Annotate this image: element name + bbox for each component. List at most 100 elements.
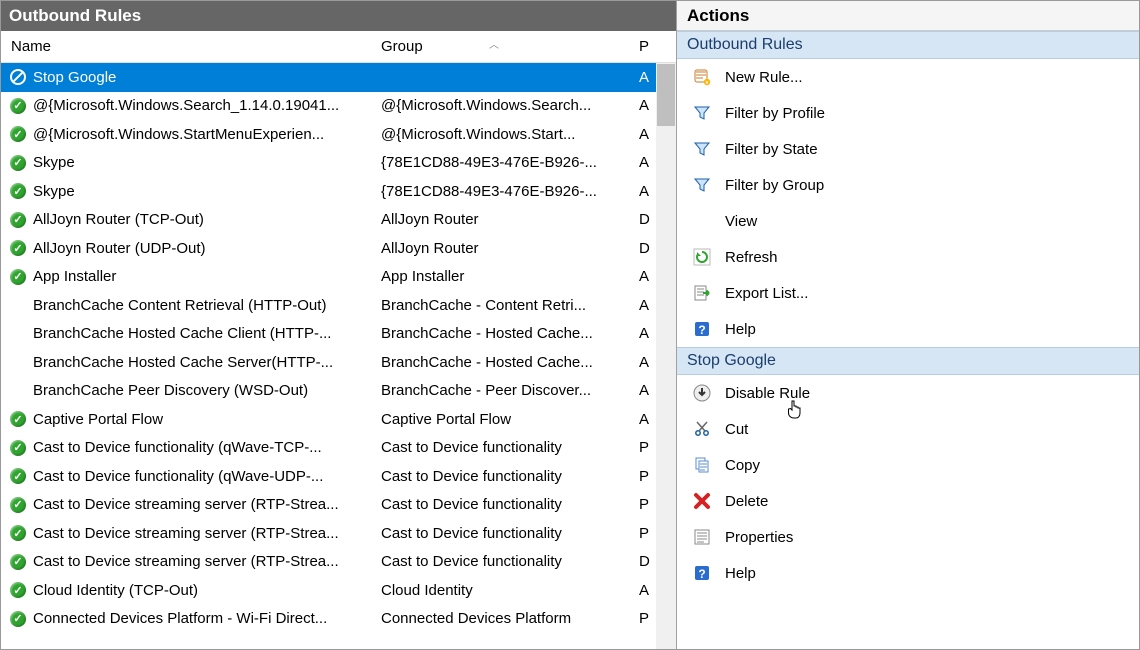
rule-group-cell: @{Microsoft.Windows.Start...	[371, 126, 629, 143]
rule-name-text: Cast to Device functionality (qWave-TCP-…	[33, 439, 322, 456]
check-icon: ✓	[10, 525, 26, 541]
section-header-stopgoogle: Stop Google	[677, 347, 1139, 375]
rule-group-cell: AllJoyn Router	[371, 240, 629, 257]
filter-icon	[691, 102, 713, 124]
rule-row[interactable]: ✓AllJoyn Router (UDP-Out)AllJoyn RouterD	[1, 234, 676, 263]
rule-icon-slot: ✓	[7, 211, 29, 229]
rule-name-cell: ✓Cast to Device streaming server (RTP-St…	[1, 524, 371, 542]
action-label: Copy	[725, 457, 760, 474]
actions-title: Actions	[687, 6, 749, 26]
rule-row[interactable]: ✓@{Microsoft.Windows.StartMenuExperien..…	[1, 120, 676, 149]
export-icon	[691, 282, 713, 304]
rule-row[interactable]: ✓Cloud Identity (TCP-Out)Cloud IdentityA	[1, 576, 676, 605]
rule-group-cell: BranchCache - Content Retri...	[371, 297, 629, 314]
new-rule-icon: ★	[691, 66, 713, 88]
rule-group-cell: Cast to Device functionality	[371, 468, 629, 485]
rule-row[interactable]: BranchCache Peer Discovery (WSD-Out)Bran…	[1, 377, 676, 406]
rule-name-text: App Installer	[33, 268, 116, 285]
rule-row[interactable]: ✓Captive Portal FlowCaptive Portal FlowA	[1, 405, 676, 434]
action-filter-by-profile[interactable]: Filter by Profile	[677, 95, 1139, 131]
rule-group-cell: Cloud Identity	[371, 582, 629, 599]
action-delete[interactable]: Delete	[677, 483, 1139, 519]
rule-group-cell: AllJoyn Router	[371, 211, 629, 228]
rule-icon-slot: ✓	[7, 439, 29, 457]
rule-row[interactable]: ✓@{Microsoft.Windows.Search_1.14.0.19041…	[1, 92, 676, 121]
rule-group-cell: Captive Portal Flow	[371, 411, 629, 428]
col-group-label: Group	[381, 38, 423, 55]
rule-row[interactable]: ✓Cast to Device streaming server (RTP-St…	[1, 519, 676, 548]
col-header-p[interactable]: P	[629, 38, 676, 55]
rule-row[interactable]: BranchCache Hosted Cache Server(HTTP-...…	[1, 348, 676, 377]
rule-name-text: AllJoyn Router (TCP-Out)	[33, 211, 204, 228]
vertical-scrollbar[interactable]	[656, 63, 676, 649]
action-label: View	[725, 213, 757, 230]
rule-row[interactable]: BranchCache Content Retrieval (HTTP-Out)…	[1, 291, 676, 320]
check-icon: ✓	[10, 411, 26, 427]
rule-group-cell: App Installer	[371, 268, 629, 285]
empty-icon	[10, 354, 26, 370]
rule-group-cell: Cast to Device functionality	[371, 553, 629, 570]
rule-name-cell: BranchCache Content Retrieval (HTTP-Out)	[1, 296, 371, 314]
action-disable-rule[interactable]: Disable Rule	[677, 375, 1139, 411]
rule-name-cell: ✓@{Microsoft.Windows.StartMenuExperien..…	[1, 125, 371, 143]
action-refresh[interactable]: Refresh	[677, 239, 1139, 275]
disable-icon	[691, 382, 713, 404]
action-help[interactable]: ?Help	[677, 555, 1139, 591]
section2-items: Disable Rule Cut Copy Delete Properties ?Help	[677, 375, 1139, 591]
col-header-group[interactable]: Group ︿	[371, 38, 629, 55]
rule-row[interactable]: ✓Skype{78E1CD88-49E3-476E-B926-...A	[1, 177, 676, 206]
rule-row[interactable]: ✓Connected Devices Platform - Wi-Fi Dire…	[1, 605, 676, 634]
rule-row[interactable]: BranchCache Hosted Cache Client (HTTP-..…	[1, 320, 676, 349]
rule-icon-slot: ✓	[7, 239, 29, 257]
action-label: New Rule...	[725, 69, 803, 86]
rule-row[interactable]: Stop GoogleA	[1, 63, 676, 92]
rule-row[interactable]: ✓Cast to Device functionality (qWave-TCP…	[1, 434, 676, 463]
rule-row[interactable]: ✓AllJoyn Router (TCP-Out)AllJoyn RouterD	[1, 206, 676, 235]
action-cut[interactable]: Cut	[677, 411, 1139, 447]
action-filter-by-state[interactable]: Filter by State	[677, 131, 1139, 167]
rule-name-cell: ✓Cast to Device functionality (qWave-UDP…	[1, 467, 371, 485]
filter-icon	[691, 138, 713, 160]
action-filter-by-group[interactable]: Filter by Group	[677, 167, 1139, 203]
rule-name-text: Cast to Device streaming server (RTP-Str…	[33, 496, 339, 513]
action-properties[interactable]: Properties	[677, 519, 1139, 555]
rule-name-text: BranchCache Hosted Cache Client (HTTP-..…	[33, 325, 331, 342]
rule-name-text: Cloud Identity (TCP-Out)	[33, 582, 198, 599]
rule-name-text: @{Microsoft.Windows.Search_1.14.0.19041.…	[33, 97, 339, 114]
rule-row[interactable]: ✓Skype{78E1CD88-49E3-476E-B926-...A	[1, 149, 676, 178]
check-icon: ✓	[10, 468, 26, 484]
rule-group-cell: {78E1CD88-49E3-476E-B926-...	[371, 154, 629, 171]
check-icon: ✓	[10, 155, 26, 171]
actions-panel: Actions Outbound Rules ★New Rule...Filte…	[677, 1, 1139, 649]
rule-row[interactable]: ✓Cast to Device functionality (qWave-UDP…	[1, 462, 676, 491]
action-view[interactable]: View	[677, 203, 1139, 239]
action-help[interactable]: ?Help	[677, 311, 1139, 347]
action-new-rule[interactable]: ★ New Rule...	[677, 59, 1139, 95]
action-copy[interactable]: Copy	[677, 447, 1139, 483]
scrollbar-thumb[interactable]	[657, 64, 675, 126]
rule-name-text: Stop Google	[33, 69, 116, 86]
rule-name-cell: ✓Cast to Device streaming server (RTP-St…	[1, 496, 371, 514]
rule-name-text: Captive Portal Flow	[33, 411, 163, 428]
check-icon: ✓	[10, 611, 26, 627]
action-label: Properties	[725, 529, 793, 546]
rule-icon-slot: ✓	[7, 97, 29, 115]
rule-name-cell: BranchCache Hosted Cache Client (HTTP-..…	[1, 325, 371, 343]
copy-icon	[691, 454, 713, 476]
rule-name-cell: ✓Cloud Identity (TCP-Out)	[1, 581, 371, 599]
rule-name-cell: ✓Cast to Device streaming server (RTP-St…	[1, 553, 371, 571]
rule-group-cell: Cast to Device functionality	[371, 525, 629, 542]
rule-row[interactable]: ✓Cast to Device streaming server (RTP-St…	[1, 548, 676, 577]
action-export-list[interactable]: Export List...	[677, 275, 1139, 311]
col-header-name[interactable]: Name	[1, 38, 371, 55]
rule-row[interactable]: ✓Cast to Device streaming server (RTP-St…	[1, 491, 676, 520]
main-panel: Outbound Rules Name Group ︿ P Stop Googl…	[1, 1, 677, 649]
rule-row[interactable]: ✓App InstallerApp InstallerA	[1, 263, 676, 292]
cut-icon	[691, 418, 713, 440]
action-label: Disable Rule	[725, 385, 810, 402]
rules-body: Stop GoogleA✓@{Microsoft.Windows.Search_…	[1, 63, 676, 649]
rule-name-cell: ✓Skype	[1, 154, 371, 172]
column-headers[interactable]: Name Group ︿ P	[1, 31, 676, 63]
help-icon: ?	[691, 562, 713, 584]
rule-icon-slot	[7, 353, 29, 371]
